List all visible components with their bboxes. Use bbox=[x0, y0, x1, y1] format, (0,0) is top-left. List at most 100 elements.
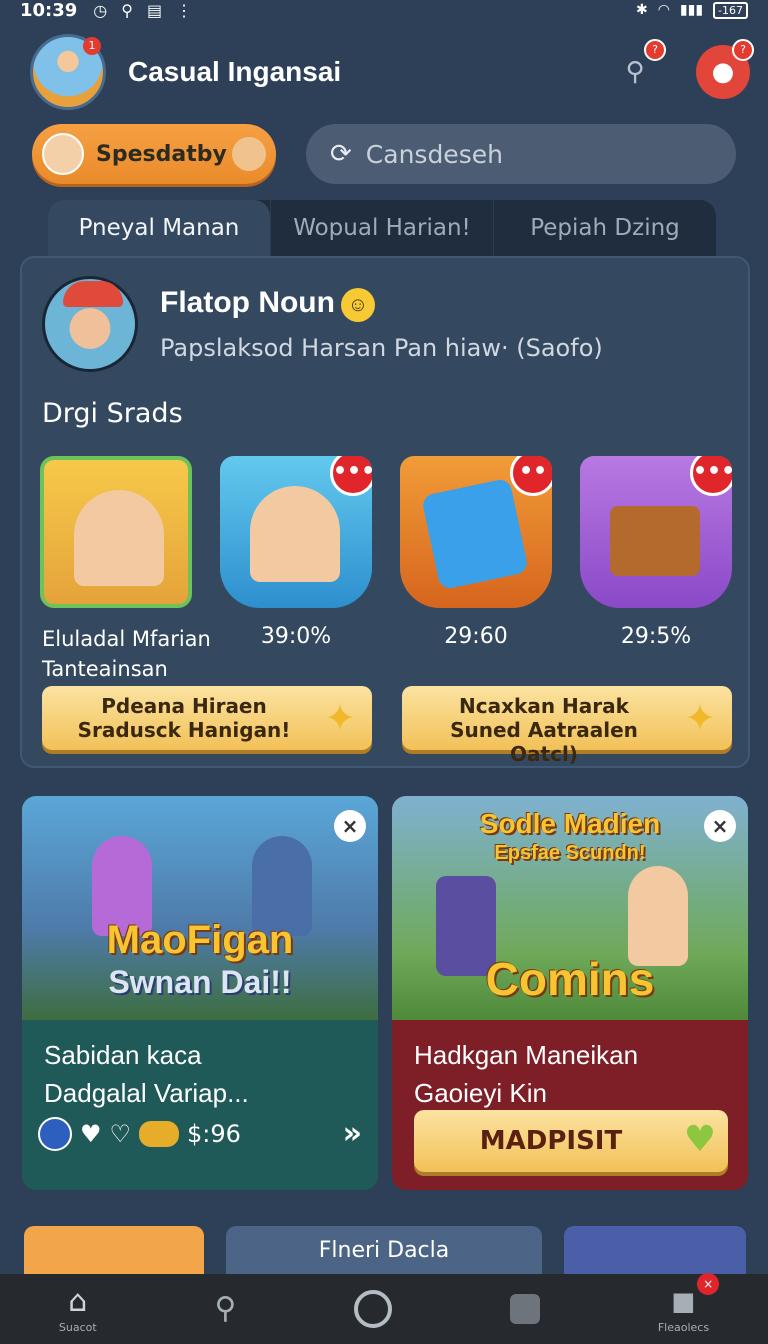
search-placeholder: Cansdeseh bbox=[365, 139, 503, 169]
chevron-right-icon[interactable]: » bbox=[343, 1116, 362, 1151]
promo-amount: $:96 bbox=[187, 1119, 241, 1148]
notification-dot: •• bbox=[510, 456, 552, 496]
button-line1: Pdeana Hiraen bbox=[101, 694, 267, 718]
notification-dot: ••• bbox=[690, 456, 732, 496]
bluetooth-icon: ✱ bbox=[635, 2, 648, 18]
partial-card[interactable]: Flneri Dacla bbox=[226, 1226, 542, 1276]
promo-title-line1: Hadkgan Maneikan bbox=[414, 1040, 639, 1070]
nav-center[interactable] bbox=[354, 1290, 393, 1328]
reward-button-1[interactable]: Pdeana Hiraen Sradusck Hanigan! ✦ bbox=[42, 686, 372, 750]
smile-emoji-icon: ☺ bbox=[340, 287, 375, 322]
status-time: 10:39 bbox=[20, 0, 78, 21]
promo-art-title: MaoFigan bbox=[106, 918, 294, 962]
promo-title-line1: Sabidan kaca bbox=[44, 1040, 202, 1070]
promo-footer: ♥ ♡ $:96 » bbox=[38, 1116, 362, 1151]
character-illustration bbox=[250, 486, 340, 582]
nav-label: Fleaolecs bbox=[657, 1320, 710, 1334]
tile-caption: 29:60 bbox=[444, 624, 508, 649]
profile-name: Flatop Noun bbox=[160, 286, 335, 320]
promo-art-subtitle: Epsfae Scundn! bbox=[494, 842, 646, 864]
close-icon[interactable]: × bbox=[704, 810, 736, 842]
bottom-nav: ⌂ Suacot ⚲ ◼ × Fleaolecs bbox=[0, 1272, 768, 1344]
tile-caption-line1: Eluladal Mfarian bbox=[42, 627, 211, 651]
chip-avatar-secondary bbox=[232, 137, 266, 171]
profile-row[interactable]: Flatop Noun ☺ Papslaksod Harsan Pan hiaw·… bbox=[42, 276, 603, 372]
nav-search[interactable]: ⚲ bbox=[214, 1292, 236, 1326]
partial-card[interactable] bbox=[564, 1226, 746, 1276]
promo-art: Sodle Madien Epsfae Scundn! Comins bbox=[392, 796, 748, 1020]
partial-card[interactable] bbox=[24, 1226, 204, 1276]
avatar[interactable]: 1 bbox=[30, 34, 106, 110]
search-icon: ⚲ bbox=[625, 57, 645, 87]
tile-3[interactable]: ••• bbox=[580, 456, 732, 608]
link-icon: ⚲ bbox=[121, 0, 133, 20]
promo-title-line2: Dadgalal Variap... bbox=[44, 1078, 249, 1108]
promo-art: MaoFigan Swnan Dai!! bbox=[22, 796, 378, 1020]
treasure-chest-icon bbox=[610, 506, 700, 576]
more-dots-icon: ⋮ bbox=[176, 0, 193, 20]
cap-shape bbox=[63, 281, 123, 307]
button-line1: Ncaxkan Harak bbox=[459, 694, 629, 718]
tile-2[interactable]: •• bbox=[400, 456, 552, 608]
coin-stack-icon bbox=[139, 1120, 180, 1147]
nav-badge: × bbox=[697, 1272, 720, 1295]
section-title: Drgi Srads bbox=[42, 398, 183, 429]
deposit-label: MADPISIT bbox=[479, 1126, 623, 1156]
signal-icon: ▮▮▮ bbox=[679, 2, 704, 18]
nav-square[interactable] bbox=[510, 1294, 541, 1324]
tile-caption: 29:5% bbox=[620, 624, 692, 649]
promo-title: Hadkgan Maneikan Gaoieyi Kin bbox=[414, 1036, 638, 1112]
featured-card: Flatop Noun ☺ Papslaksod Harsan Pan hiaw·… bbox=[20, 256, 750, 768]
avatar-badge: 1 bbox=[83, 37, 101, 55]
filter-chip[interactable]: Spesdatby bbox=[32, 124, 276, 184]
tab-0[interactable]: Pneyal Manan bbox=[48, 200, 270, 256]
promo-card-left[interactable]: MaoFigan Swnan Dai!! × Sabidan kaca Dadg… bbox=[22, 796, 378, 1190]
chip-avatar bbox=[42, 133, 84, 175]
tab-2[interactable]: Pepiah Dzing bbox=[493, 200, 716, 256]
reward-button-2[interactable]: Ncaxkan Harak Suned Aatraalen Oatcl) ✦ bbox=[402, 686, 732, 766]
sim-icon: ▤ bbox=[146, 0, 163, 20]
tile-1[interactable]: ••• bbox=[220, 456, 372, 608]
tile-caption: Eluladal Mfarian Tanteainsan bbox=[42, 624, 222, 684]
page-title: Casual Ingansai bbox=[128, 56, 342, 87]
button-line2: Suned Aatraalen Oatcl) bbox=[450, 718, 638, 766]
deposit-button[interactable]: MADPISIT ♥ bbox=[414, 1110, 728, 1172]
flag-icon bbox=[38, 1116, 72, 1151]
nav-label: Suacot bbox=[58, 1320, 97, 1334]
refresh-icon: ⟳ bbox=[330, 139, 352, 169]
star-icon: ✦ bbox=[684, 696, 716, 740]
square-icon bbox=[510, 1294, 541, 1324]
profile-icon: ◼ bbox=[671, 1283, 696, 1319]
circle-icon bbox=[354, 1290, 393, 1328]
tile-caption-line2: Tanteainsan bbox=[42, 657, 168, 681]
tile-0[interactable] bbox=[40, 456, 192, 608]
search-badge: ? bbox=[644, 39, 666, 61]
star-icon: ✦ bbox=[324, 696, 356, 740]
tile-caption: 39:0% bbox=[260, 624, 332, 649]
profile-subtitle: Papslaksod Harsan Pan hiaw· (Saofo) bbox=[160, 333, 603, 362]
play-icon bbox=[421, 477, 529, 591]
search-icon: ⚲ bbox=[214, 1291, 237, 1326]
close-icon[interactable]: × bbox=[334, 810, 366, 842]
profile-name-row: Flatop Noun ☺ bbox=[160, 286, 603, 322]
nav-profile[interactable]: ◼ × Fleaolecs bbox=[657, 1272, 720, 1334]
promo-card-right[interactable]: Sodle Madien Epsfae Scundn! Comins × Had… bbox=[392, 796, 748, 1190]
battery-icon: -167 bbox=[713, 1, 748, 19]
app-header: 1 Casual Ingansai ⚲ ? ● ? bbox=[30, 32, 754, 112]
tab-bar: Pneyal Manan Wopual Harian! Pepiah Dzing bbox=[48, 200, 716, 256]
search-input[interactable]: ⟳ Cansdeseh bbox=[306, 124, 736, 184]
promo-art-big-title: Comins bbox=[485, 953, 655, 1005]
profile-button[interactable]: ● ? bbox=[696, 39, 754, 99]
search-button[interactable]: ⚲ ? bbox=[608, 39, 666, 99]
heart-icon: ♥ bbox=[683, 1119, 716, 1160]
alarm-icon: ◷ bbox=[93, 0, 108, 20]
nav-home[interactable]: ⌂ Suacot bbox=[58, 1284, 97, 1334]
promo-title: Sabidan kaca Dadgalal Variap... bbox=[44, 1036, 249, 1112]
tab-1[interactable]: Wopual Harian! bbox=[270, 200, 493, 256]
character-illustration bbox=[74, 490, 164, 586]
promo-art-subtitle: Swnan Dai!! bbox=[108, 964, 292, 1000]
heart-icon: ♥ bbox=[80, 1119, 102, 1148]
wifi-icon: ◠ bbox=[657, 2, 670, 18]
status-notification-icons: ◷ ⚲ ▤ ⋮ bbox=[93, 1, 192, 20]
heart-outline-icon: ♡ bbox=[109, 1119, 132, 1148]
